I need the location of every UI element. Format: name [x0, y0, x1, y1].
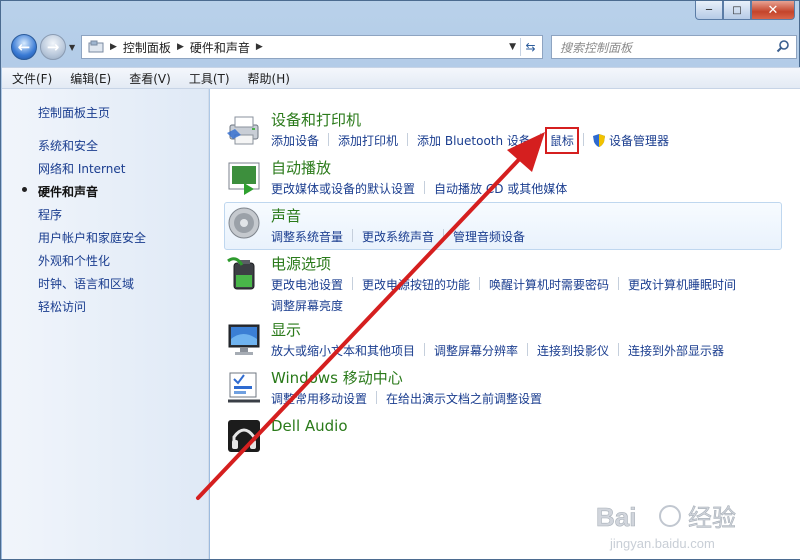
speaker-icon [228, 207, 260, 239]
search-icon[interactable] [776, 39, 790, 53]
link-add-printer[interactable]: 添加打印机 [338, 132, 398, 149]
uac-shield-icon [592, 134, 605, 147]
breadcrumb-hardware-sound[interactable]: 硬件和声音 [190, 39, 250, 56]
link-autoplay-cd[interactable]: 自动播放 CD 或其他媒体 [434, 180, 567, 197]
paw-icon [659, 505, 681, 527]
breadcrumb-separator-icon[interactable]: ▶ [256, 42, 263, 52]
category-title[interactable]: 显示 [271, 319, 301, 340]
category-title[interactable]: 声音 [271, 205, 301, 226]
address-bar[interactable]: ▶ 控制面板 ▶ 硬件和声音 ▶ ▼ ⇆ [81, 35, 543, 59]
link-add-device[interactable]: 添加设备 [271, 132, 319, 149]
back-button[interactable]: ← [11, 34, 37, 60]
svg-text:经验: 经验 [688, 504, 736, 532]
address-row: ← → ▼ ▶ 控制面板 ▶ 硬件和声音 ▶ ▼ ⇆ 搜索控制面板 [7, 31, 797, 63]
menu-tools[interactable]: 工具(T) [189, 70, 230, 87]
current-page-bullet [22, 187, 27, 192]
forward-arrow-icon: → [46, 38, 60, 56]
baidu-jingyan-watermark: Bai 经验 jingyan.baidu.com [596, 502, 737, 551]
control-panel-window: ─ □ ✕ ← → ▼ ▶ 控制面板 ▶ 硬件和声音 ▶ ▼ ⇆ 搜索控制面板 [0, 0, 800, 560]
category-mobility-center: Windows 移动中心 调整常用移动设置 在给出演示文档之前调整设置 [224, 367, 784, 407]
maximize-button[interactable]: □ [723, 1, 751, 20]
category-title[interactable]: 自动播放 [271, 157, 331, 178]
sidebar-item-appearance[interactable]: 外观和个性化 [38, 252, 110, 269]
category-links: 更改电池设置 更改电源按钮的功能 唤醒计算机时需要密码 更改计算机睡眠时间 调整… [271, 276, 781, 314]
category-title[interactable]: Dell Audio [271, 417, 348, 435]
sidebar-item-network[interactable]: 网络和 Internet [38, 160, 125, 177]
category-links: 添加设备 添加打印机 添加 Bluetooth 设备 鼠标 设备管理器 [271, 127, 781, 154]
autoplay-icon [228, 162, 260, 195]
link-connect-external-display[interactable]: 连接到外部显示器 [628, 342, 724, 359]
link-require-password-on-wakeup[interactable]: 唤醒计算机时需要密码 [489, 276, 609, 293]
control-panel-icon [88, 40, 104, 53]
minimize-button[interactable]: ─ [695, 1, 723, 20]
sidebar-item-user-accounts[interactable]: 用户帐户和家庭安全 [38, 229, 146, 246]
main-content: 设备和打印机 添加设备 添加打印机 添加 Bluetooth 设备 鼠标 设备管… [210, 89, 800, 559]
category-title[interactable]: 电源选项 [271, 253, 331, 274]
refresh-icon[interactable]: ⇆ [520, 38, 540, 56]
menu-bar: 文件(F) 编辑(E) 查看(V) 工具(T) 帮助(H) [2, 67, 800, 89]
back-arrow-icon: ← [17, 38, 31, 56]
link-zoom-text[interactable]: 放大或缩小文本和其他项目 [271, 342, 415, 359]
category-devices-printers: 设备和打印机 添加设备 添加打印机 添加 Bluetooth 设备 鼠标 设备管… [224, 109, 784, 154]
address-dropdown-icon[interactable]: ▼ [509, 42, 516, 52]
headphones-icon [228, 420, 260, 452]
link-presentation-settings[interactable]: 在给出演示文档之前调整设置 [386, 390, 542, 407]
breadcrumb-separator-icon[interactable]: ▶ [177, 42, 184, 52]
menu-view[interactable]: 查看(V) [129, 70, 171, 87]
link-change-default-settings[interactable]: 更改媒体或设备的默认设置 [271, 180, 415, 197]
mobility-center-icon [228, 372, 260, 403]
category-links: 调整系统音量 更改系统声音 管理音频设备 [271, 228, 781, 245]
category-autoplay: 自动播放 更改媒体或设备的默认设置 自动播放 CD 或其他媒体 [224, 157, 784, 197]
printer-icon [227, 116, 259, 145]
category-sound: 声音 调整系统音量 更改系统声音 管理音频设备 [224, 205, 784, 245]
link-mouse[interactable]: 鼠标 [544, 127, 579, 154]
breadcrumb-control-panel[interactable]: 控制面板 [123, 39, 171, 56]
link-adjust-resolution[interactable]: 调整屏幕分辨率 [434, 342, 518, 359]
category-links: 调整常用移动设置 在给出演示文档之前调整设置 [271, 390, 781, 407]
link-connect-projector[interactable]: 连接到投影仪 [537, 342, 609, 359]
forward-button[interactable]: → [40, 34, 66, 60]
category-power-options: 电源选项 更改电池设置 更改电源按钮的功能 唤醒计算机时需要密码 更改计算机睡眠… [224, 253, 784, 313]
menu-file[interactable]: 文件(F) [12, 70, 52, 87]
title-bar: ─ □ ✕ [1, 1, 800, 27]
category-links: 放大或缩小文本和其他项目 调整屏幕分辨率 连接到投影仪 连接到外部显示器 [271, 342, 781, 359]
link-power-button-function[interactable]: 更改电源按钮的功能 [362, 276, 470, 293]
monitor-icon [228, 324, 260, 355]
svg-text:jingyan.baidu.com: jingyan.baidu.com [609, 536, 715, 551]
link-manage-audio-devices[interactable]: 管理音频设备 [453, 228, 525, 245]
sidebar: 控制面板主页 系统和安全 网络和 Internet 硬件和声音 程序 用户帐户和… [2, 89, 209, 559]
link-change-battery-settings[interactable]: 更改电池设置 [271, 276, 343, 293]
category-display: 显示 放大或缩小文本和其他项目 调整屏幕分辨率 连接到投影仪 连接到外部显示器 [224, 319, 784, 359]
search-placeholder: 搜索控制面板 [560, 40, 633, 55]
sidebar-item-ease-of-access[interactable]: 轻松访问 [38, 298, 86, 315]
menu-edit[interactable]: 编辑(E) [70, 70, 111, 87]
sidebar-item-programs[interactable]: 程序 [38, 206, 62, 223]
breadcrumb-separator-icon[interactable]: ▶ [110, 42, 117, 52]
sidebar-home-link[interactable]: 控制面板主页 [38, 104, 110, 121]
caption-buttons: ─ □ ✕ [695, 1, 795, 20]
link-change-system-sounds[interactable]: 更改系统声音 [362, 228, 434, 245]
link-adjust-volume[interactable]: 调整系统音量 [271, 228, 343, 245]
link-adjust-brightness[interactable]: 调整屏幕亮度 [271, 297, 781, 314]
menu-help[interactable]: 帮助(H) [248, 70, 290, 87]
sidebar-item-clock-language[interactable]: 时钟、语言和区域 [38, 275, 134, 292]
category-dell-audio: Dell Audio [224, 417, 784, 455]
recent-pages-dropdown-icon[interactable]: ▼ [69, 43, 75, 52]
category-title[interactable]: Windows 移动中心 [271, 367, 403, 388]
category-links: 更改媒体或设备的默认设置 自动播放 CD 或其他媒体 [271, 180, 781, 197]
link-change-sleep-time[interactable]: 更改计算机睡眠时间 [628, 276, 736, 293]
sidebar-item-hardware-sound: 硬件和声音 [38, 185, 99, 199]
link-add-bluetooth-device[interactable]: 添加 Bluetooth 设备 [417, 132, 531, 149]
category-title[interactable]: 设备和打印机 [271, 109, 361, 130]
link-device-manager[interactable]: 设备管理器 [592, 132, 669, 149]
battery-icon [227, 257, 255, 290]
close-button[interactable]: ✕ [751, 1, 795, 20]
sidebar-item-system-security[interactable]: 系统和安全 [38, 137, 98, 154]
svg-text:Bai: Bai [596, 502, 636, 532]
link-adjust-mobility-settings[interactable]: 调整常用移动设置 [271, 390, 367, 407]
search-input[interactable]: 搜索控制面板 [551, 35, 797, 59]
